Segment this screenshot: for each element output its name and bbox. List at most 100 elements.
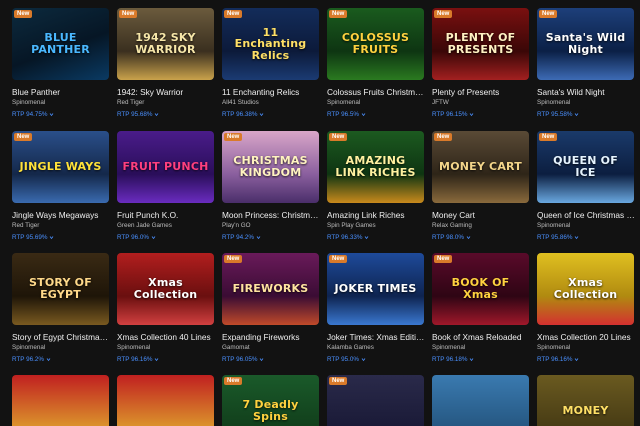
game-thumbnail[interactable]: FRUIT PUNCH xyxy=(117,131,214,203)
game-title[interactable]: Expanding Fireworks xyxy=(222,332,320,342)
rtp-dropdown[interactable]: RTP 94.75% xyxy=(12,111,112,118)
game-provider: Spinomenal xyxy=(12,99,46,106)
game-thumbnail[interactable]: 7 Deadly Spins New xyxy=(222,375,319,426)
game-card[interactable]: FIREWORKS New Expanding Fireworks Gamomat RT… xyxy=(222,253,322,363)
game-thumbnail[interactable]: Xmas Collection xyxy=(537,253,634,325)
game-card[interactable]: BOOK OF Xmas New Book of Xmas Reloaded Spin… xyxy=(432,253,532,363)
game-thumbnail[interactable]: MONEY xyxy=(537,375,634,426)
new-badge: New xyxy=(539,10,558,18)
game-thumbnail[interactable]: BLUE PANTHER New xyxy=(12,8,109,80)
game-provider: Spinomenal xyxy=(537,99,571,106)
game-card[interactable]: JINGLE WAYS New Jingle Ways Megaways Red Ti… xyxy=(12,131,112,241)
game-title[interactable]: Queen of Ice Christmas E... xyxy=(537,210,635,220)
game-title[interactable]: Fruit Punch K.O. xyxy=(117,210,215,220)
rtp-value: RTP 96.5% xyxy=(327,111,359,118)
rtp-dropdown[interactable]: RTP 95.86% xyxy=(537,234,637,241)
game-card[interactable]: QUEEN OF ICE New Queen of Ice Christmas E.… xyxy=(537,131,637,241)
rtp-dropdown[interactable]: RTP 96.2% xyxy=(12,356,112,363)
game-card[interactable]: BLUE PANTHER New Blue Panther Spinomenal RTP… xyxy=(12,8,112,118)
game-card[interactable]: New xyxy=(327,375,427,426)
game-thumbnail[interactable] xyxy=(117,375,214,426)
chevron-down-icon xyxy=(151,236,156,240)
game-card[interactable]: CHRISTMAS KINGDOM New Moon Princess: Chris… xyxy=(222,131,322,241)
game-thumbnail[interactable]: STORY OF EGYPT xyxy=(12,253,109,325)
game-thumbnail[interactable]: JOKER TIMES New xyxy=(327,253,424,325)
game-thumbnail[interactable]: PLENTY OF PRESENTS New xyxy=(432,8,529,80)
game-title[interactable]: Jingle Ways Megaways xyxy=(12,210,110,220)
rtp-value: RTP 96.18% xyxy=(432,356,468,363)
rtp-dropdown[interactable]: RTP 96.16% xyxy=(537,356,637,363)
game-card[interactable]: MONEY xyxy=(537,375,637,426)
rtp-dropdown[interactable]: RTP 96.16% xyxy=(117,356,217,363)
rtp-dropdown[interactable]: RTP 96.15% xyxy=(432,111,532,118)
rtp-dropdown[interactable]: RTP 96.38% xyxy=(222,111,322,118)
rtp-dropdown[interactable]: RTP 94.2% xyxy=(222,234,322,241)
game-thumbnail[interactable]: 1942 SKY WARRIOR New xyxy=(117,8,214,80)
game-title[interactable]: Plenty of Presents xyxy=(432,87,530,97)
rtp-dropdown[interactable]: RTP 96.05% xyxy=(222,356,322,363)
game-title[interactable]: Colossus Fruits Christmas ... xyxy=(327,87,425,97)
rtp-dropdown[interactable]: RTP 98.0% xyxy=(432,234,532,241)
game-artwork-title: MONEY CART xyxy=(439,160,522,174)
game-thumbnail[interactable]: COLOSSUS FRUITS New xyxy=(327,8,424,80)
game-title[interactable]: Amazing Link Riches xyxy=(327,210,425,220)
game-card[interactable] xyxy=(432,375,532,426)
game-thumbnail[interactable]: FIREWORKS New xyxy=(222,253,319,325)
game-card[interactable]: 7 Deadly Spins New xyxy=(222,375,322,426)
game-title[interactable]: Santa's Wild Night xyxy=(537,87,635,97)
game-title[interactable]: Story of Egypt Christmas ... xyxy=(12,332,110,342)
game-card[interactable] xyxy=(117,375,217,426)
new-badge: New xyxy=(224,10,243,18)
game-title[interactable]: Xmas Collection 20 Lines xyxy=(537,332,635,342)
game-card[interactable]: Santa's Wild Night New Santa's Wild Night S… xyxy=(537,8,637,118)
game-title[interactable]: Joker Times: Xmas Edition xyxy=(327,332,425,342)
rtp-value: RTP 95.68% xyxy=(117,111,153,118)
game-thumbnail[interactable]: JINGLE WAYS New xyxy=(12,131,109,203)
game-thumbnail[interactable]: Xmas Collection xyxy=(117,253,214,325)
rtp-dropdown[interactable]: RTP 95.69% xyxy=(12,234,112,241)
rtp-dropdown[interactable]: RTP 96.18% xyxy=(432,356,532,363)
new-badge: New xyxy=(14,133,33,141)
game-thumbnail[interactable] xyxy=(12,375,109,426)
game-title[interactable]: Blue Panther xyxy=(12,87,110,97)
game-title[interactable]: 1942: Sky Warrior xyxy=(117,87,215,97)
game-card[interactable]: 11 Enchanting Relics New 11 Enchanting Rel… xyxy=(222,8,322,118)
game-thumbnail[interactable]: New xyxy=(327,375,424,426)
game-title[interactable]: Book of Xmas Reloaded xyxy=(432,332,530,342)
game-artwork-title: FRUIT PUNCH xyxy=(122,160,209,174)
game-card[interactable]: MONEY CART New Money Cart Relax Gaming RTP 9… xyxy=(432,131,532,241)
game-card[interactable]: STORY OF EGYPT Story of Egypt Christmas .… xyxy=(12,253,112,363)
game-title[interactable]: Money Cart xyxy=(432,210,530,220)
rtp-dropdown[interactable]: RTP 96.0% xyxy=(117,234,217,241)
chevron-down-icon xyxy=(46,358,51,362)
game-thumbnail[interactable] xyxy=(432,375,529,426)
rtp-value: RTP 98.0% xyxy=(432,234,464,241)
game-artwork-title: AMAZING LINK RICHES xyxy=(335,154,416,179)
rtp-dropdown[interactable]: RTP 95.68% xyxy=(117,111,217,118)
game-card[interactable]: Xmas Collection Xmas Collection 20 Lines S… xyxy=(537,253,637,363)
game-card[interactable]: FRUIT PUNCH Fruit Punch K.O. Green Jade Ga… xyxy=(117,131,217,241)
game-title[interactable]: 11 Enchanting Relics xyxy=(222,87,320,97)
game-card[interactable] xyxy=(12,375,112,426)
game-card[interactable]: PLENTY OF PRESENTS New Plenty of Presents J… xyxy=(432,8,532,118)
game-card[interactable]: COLOSSUS FRUITS New Colossus Fruits Christ… xyxy=(327,8,427,118)
game-card[interactable]: 1942 SKY WARRIOR New 1942: Sky Warrior Red … xyxy=(117,8,217,118)
game-card[interactable]: AMAZING LINK RICHES New Amazing Link Riche… xyxy=(327,131,427,241)
rtp-dropdown[interactable]: RTP 95.0% xyxy=(327,356,427,363)
game-thumbnail[interactable]: CHRISTMAS KINGDOM New xyxy=(222,131,319,203)
game-title[interactable]: Xmas Collection 40 Lines xyxy=(117,332,215,342)
game-card[interactable]: JOKER TIMES New Joker Times: Xmas Edition K… xyxy=(327,253,427,363)
game-thumbnail[interactable]: BOOK OF Xmas New xyxy=(432,253,529,325)
game-thumbnail[interactable]: QUEEN OF ICE New xyxy=(537,131,634,203)
game-card[interactable]: Xmas Collection Xmas Collection 40 Lines S… xyxy=(117,253,217,363)
chevron-down-icon xyxy=(575,358,579,362)
game-thumbnail[interactable]: AMAZING LINK RICHES New xyxy=(327,131,424,203)
game-thumbnail[interactable]: 11 Enchanting Relics New xyxy=(222,8,319,80)
rtp-value: RTP 96.2% xyxy=(12,356,44,363)
game-thumbnail[interactable]: Santa's Wild Night New xyxy=(537,8,634,80)
game-title[interactable]: Moon Princess: Christma... xyxy=(222,210,320,220)
game-thumbnail[interactable]: MONEY CART New xyxy=(432,131,529,203)
rtp-dropdown[interactable]: RTP 95.58% xyxy=(537,111,637,118)
rtp-dropdown[interactable]: RTP 96.33% xyxy=(327,234,427,241)
rtp-dropdown[interactable]: RTP 96.5% xyxy=(327,111,427,118)
